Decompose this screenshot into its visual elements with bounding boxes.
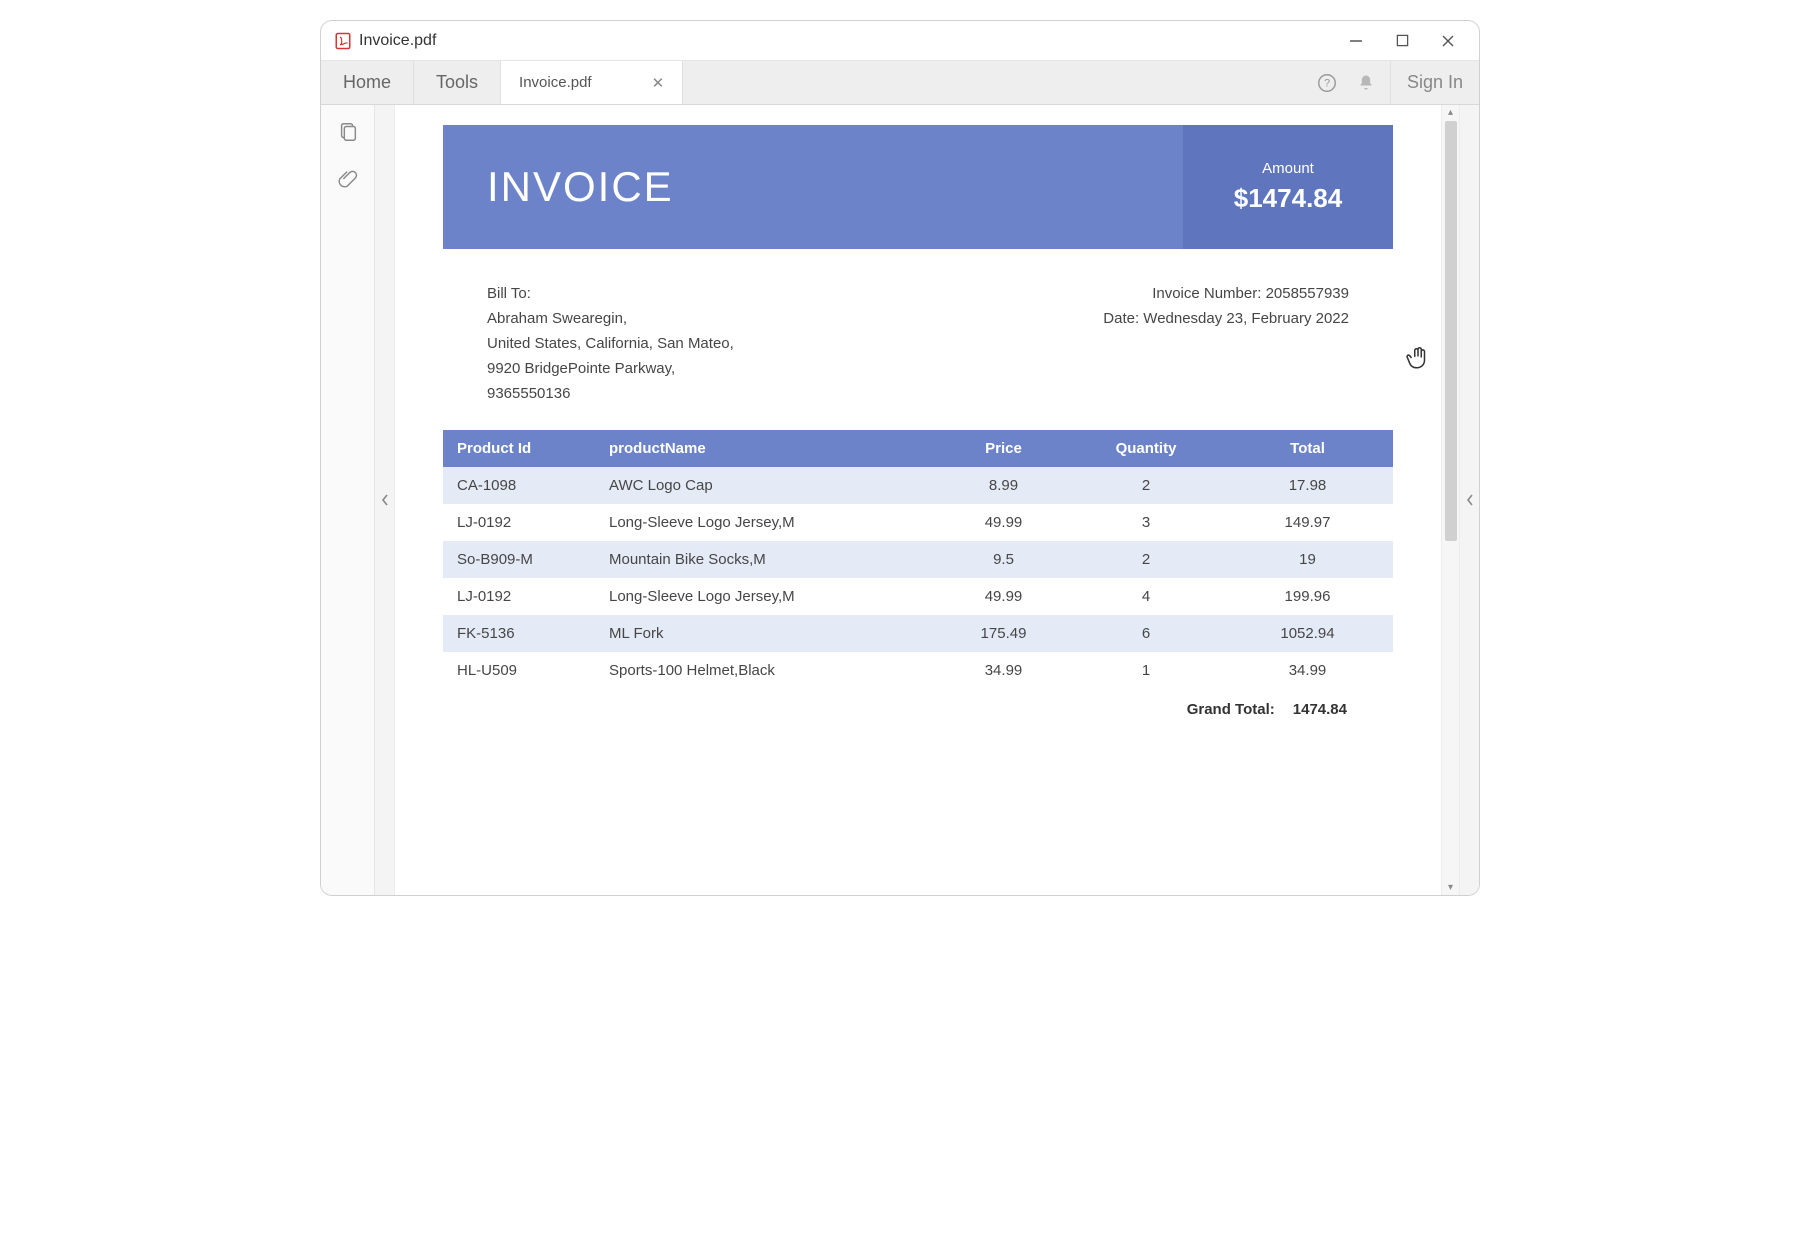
app-window: Invoice.pdf Home Tools Invoice.pdf ✕ ? S: [320, 20, 1480, 896]
table-row: FK-5136ML Fork175.4961052.94: [443, 615, 1393, 652]
bill-to-block: Bill To: Abraham Swearegin, United State…: [487, 285, 734, 410]
tab-active[interactable]: Invoice.pdf ✕: [501, 61, 683, 104]
cell-product-id: FK-5136: [443, 615, 595, 652]
menubar: Home Tools Invoice.pdf ✕ ? Sign In: [321, 61, 1479, 105]
table-row: CA-1098AWC Logo Cap8.99217.98: [443, 467, 1393, 504]
left-panel-toggle[interactable]: [375, 105, 395, 895]
amount-box: Amount $1474.84: [1183, 125, 1393, 249]
cell-product-name: ML Fork: [595, 615, 937, 652]
right-panel-toggle[interactable]: [1459, 105, 1479, 895]
cell-quantity: 6: [1070, 615, 1222, 652]
grand-total-label: Grand Total:: [1187, 701, 1275, 718]
pdf-app-icon: [333, 31, 353, 51]
cell-product-id: HL-U509: [443, 652, 595, 689]
table-row: HL-U509Sports-100 Helmet,Black34.99134.9…: [443, 652, 1393, 689]
window-title: Invoice.pdf: [359, 32, 436, 50]
col-price: Price: [937, 430, 1070, 467]
table-header-row: Product Id productName Price Quantity To…: [443, 430, 1393, 467]
table-row: So-B909-MMountain Bike Socks,M9.5219: [443, 541, 1393, 578]
tab-close-icon[interactable]: ✕: [652, 74, 665, 92]
bill-to-address-2: 9920 BridgePointe Parkway,: [487, 360, 734, 377]
cell-price: 49.99: [937, 504, 1070, 541]
scroll-up-icon[interactable]: ▴: [1442, 107, 1459, 118]
cell-product-id: LJ-0192: [443, 578, 595, 615]
invoice-date: Date: Wednesday 23, February 2022: [1103, 310, 1349, 327]
grand-total-row: Grand Total: 1474.84: [443, 689, 1393, 718]
maximize-button[interactable]: [1379, 25, 1425, 57]
attachment-icon[interactable]: [337, 167, 359, 189]
bill-to-address-1: United States, California, San Mateo,: [487, 335, 734, 352]
cell-total: 34.99: [1222, 652, 1393, 689]
col-product-name: productName: [595, 430, 937, 467]
menu-tools[interactable]: Tools: [414, 61, 501, 104]
grand-total-value: 1474.84: [1293, 701, 1347, 718]
document-viewport[interactable]: INVOICE Amount $1474.84 Bill To: Abraham…: [395, 105, 1441, 895]
cell-product-name: Long-Sleeve Logo Jersey,M: [595, 578, 937, 615]
line-items-table: Product Id productName Price Quantity To…: [443, 430, 1393, 689]
cell-price: 34.99: [937, 652, 1070, 689]
cell-product-name: AWC Logo Cap: [595, 467, 937, 504]
cell-product-id: So-B909-M: [443, 541, 595, 578]
vertical-scrollbar[interactable]: ▴ ▾: [1441, 105, 1459, 895]
left-rail: [321, 105, 375, 895]
cell-product-name: Mountain Bike Socks,M: [595, 541, 937, 578]
svg-text:?: ?: [1324, 77, 1330, 89]
bill-to-name: Abraham Swearegin,: [487, 310, 734, 327]
amount-label: Amount: [1262, 160, 1314, 177]
cell-product-id: CA-1098: [443, 467, 595, 504]
col-quantity: Quantity: [1070, 430, 1222, 467]
col-total: Total: [1222, 430, 1393, 467]
cell-total: 19: [1222, 541, 1393, 578]
amount-value: $1474.84: [1234, 183, 1342, 214]
cell-product-name: Long-Sleeve Logo Jersey,M: [595, 504, 937, 541]
bell-icon[interactable]: [1356, 73, 1376, 93]
cell-total: 17.98: [1222, 467, 1393, 504]
cell-quantity: 2: [1070, 467, 1222, 504]
scroll-thumb[interactable]: [1445, 121, 1457, 541]
menu-home[interactable]: Home: [321, 61, 414, 104]
cell-quantity: 2: [1070, 541, 1222, 578]
workspace: INVOICE Amount $1474.84 Bill To: Abraham…: [321, 105, 1479, 895]
scroll-down-icon[interactable]: ▾: [1442, 882, 1459, 893]
cell-quantity: 1: [1070, 652, 1222, 689]
cell-product-name: Sports-100 Helmet,Black: [595, 652, 937, 689]
bill-to-label: Bill To:: [487, 285, 734, 302]
col-product-id: Product Id: [443, 430, 595, 467]
close-button[interactable]: [1425, 25, 1471, 57]
table-row: LJ-0192Long-Sleeve Logo Jersey,M49.99314…: [443, 504, 1393, 541]
cell-price: 175.49: [937, 615, 1070, 652]
minimize-button[interactable]: [1333, 25, 1379, 57]
invoice-info: Invoice Number: 2058557939 Date: Wednesd…: [1103, 285, 1349, 410]
invoice-meta: Bill To: Abraham Swearegin, United State…: [443, 249, 1393, 430]
cell-total: 1052.94: [1222, 615, 1393, 652]
titlebar: Invoice.pdf: [321, 21, 1479, 61]
cell-price: 49.99: [937, 578, 1070, 615]
invoice-number: Invoice Number: 2058557939: [1103, 285, 1349, 302]
cell-total: 149.97: [1222, 504, 1393, 541]
cell-product-id: LJ-0192: [443, 504, 595, 541]
bill-to-phone: 9365550136: [487, 385, 734, 402]
cell-price: 9.5: [937, 541, 1070, 578]
invoice-header: INVOICE Amount $1474.84: [443, 125, 1393, 249]
help-icon[interactable]: ?: [1316, 72, 1338, 94]
table-row: LJ-0192Long-Sleeve Logo Jersey,M49.99419…: [443, 578, 1393, 615]
cell-quantity: 4: [1070, 578, 1222, 615]
signin-button[interactable]: Sign In: [1390, 61, 1479, 104]
thumbnails-icon[interactable]: [337, 121, 359, 143]
cell-total: 199.96: [1222, 578, 1393, 615]
hand-cursor-icon: [1405, 345, 1431, 371]
cell-quantity: 3: [1070, 504, 1222, 541]
cell-price: 8.99: [937, 467, 1070, 504]
invoice-title: INVOICE: [487, 163, 674, 211]
tab-label: Invoice.pdf: [519, 74, 592, 91]
